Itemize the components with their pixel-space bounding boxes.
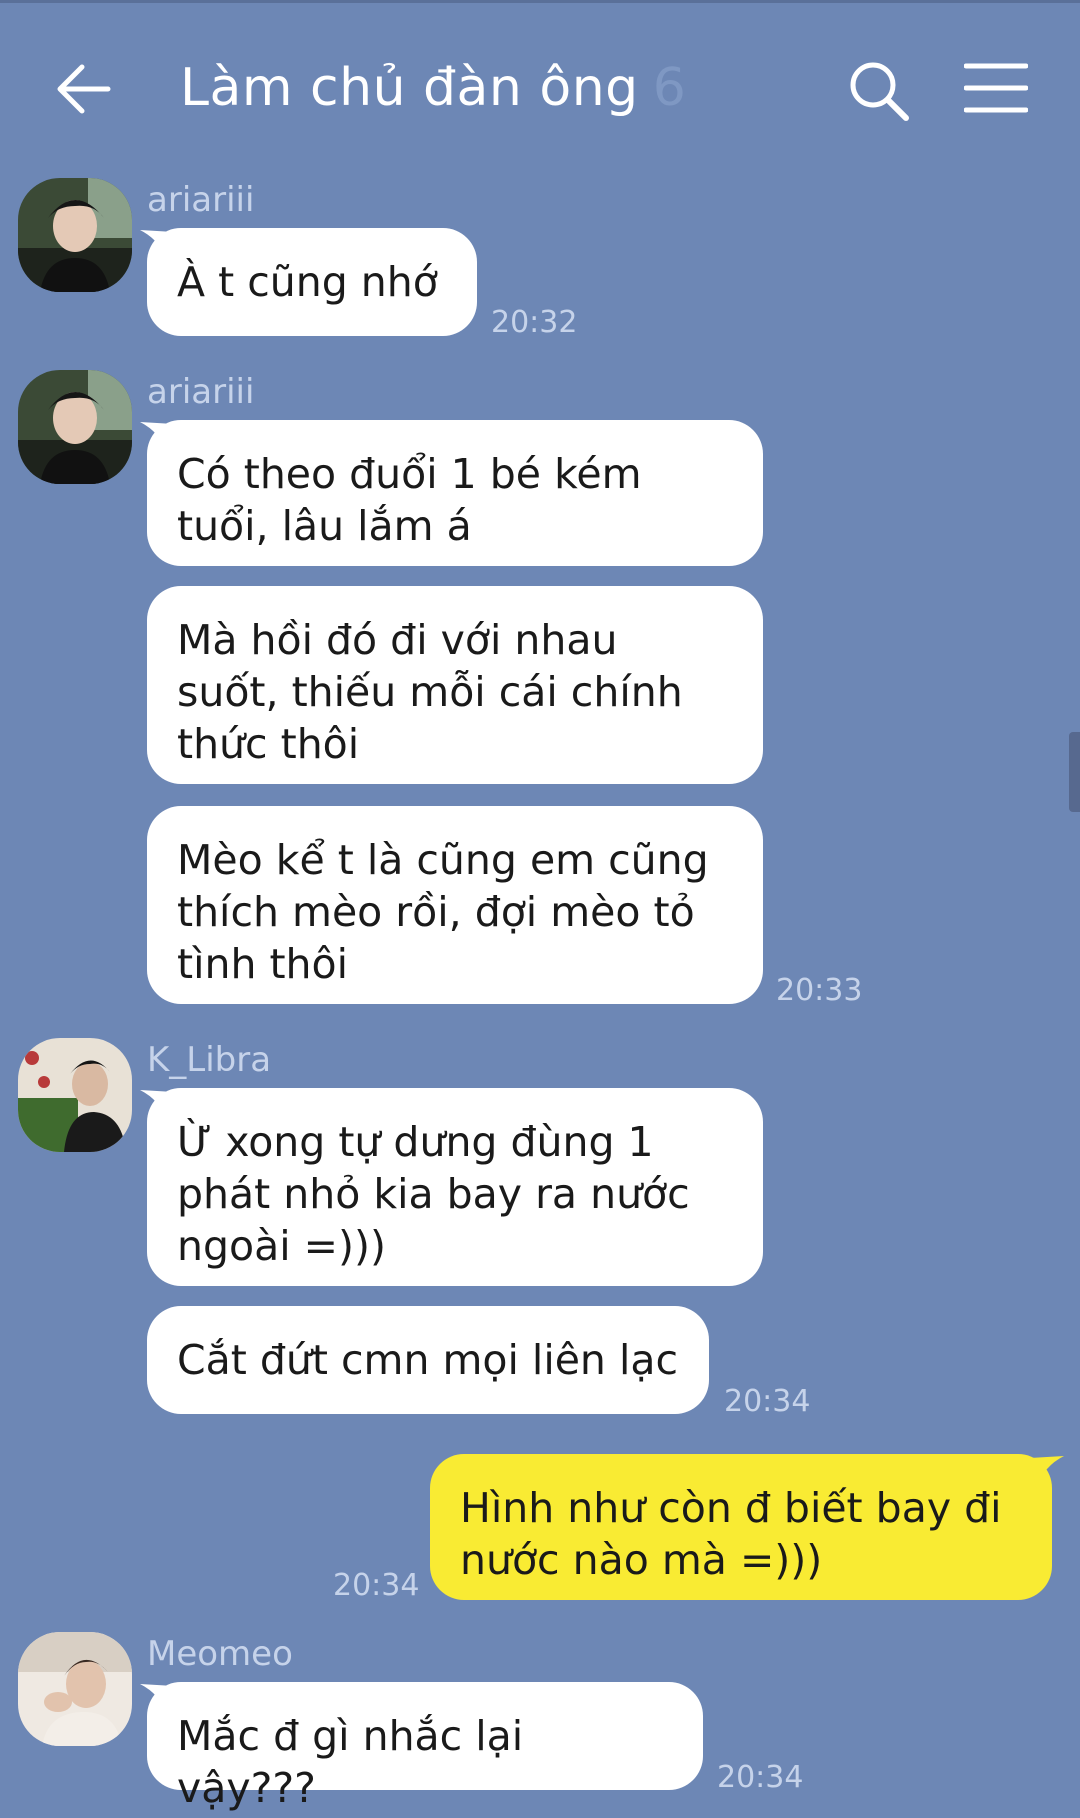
- message-bubble[interactable]: Mắc đ gì nhắc lại vậy???: [147, 1682, 703, 1812]
- message-line: Cắt đứt cmn mọi liên lạc: [177, 1336, 679, 1384]
- avatar-ariariii[interactable]: [18, 370, 132, 484]
- message-line: Mà hồi đó đi với nhau: [177, 616, 618, 664]
- message-line: Mèo kể t là cũng em cũng: [177, 836, 709, 884]
- message-line: À t cũng nhớ: [177, 258, 438, 306]
- avatar-meomeo[interactable]: [18, 1632, 132, 1746]
- message-line: phát nhỏ kia bay ra nước: [177, 1170, 690, 1218]
- message-bubble[interactable]: Mèo kể t là cũng em cũng thích mèo rồi, …: [147, 806, 763, 1004]
- member-count: 6: [652, 58, 687, 118]
- message-line: thích mèo rồi, đợi mèo tỏ: [177, 888, 695, 936]
- message-line: tuổi, lâu lắm á: [177, 502, 472, 550]
- message-time: 20:33: [776, 973, 863, 1008]
- message-bubble[interactable]: Có theo đuổi 1 bé kém tuổi, lâu lắm á: [147, 420, 763, 566]
- message-line: nước nào mà =))): [460, 1536, 823, 1584]
- chat-title: Làm chủ đàn ông 6: [180, 58, 686, 118]
- message-line: Mắc đ gì nhắc lại vậy???: [177, 1712, 524, 1812]
- message-time: 20:34: [333, 1568, 420, 1603]
- sender-name: Meomeo: [147, 1634, 293, 1674]
- bubble-tail: [1030, 1456, 1064, 1488]
- avatar-photo: [18, 178, 132, 292]
- scrollbar[interactable]: [1069, 732, 1080, 812]
- search-icon[interactable]: [846, 58, 912, 124]
- avatar-photo: [18, 370, 132, 484]
- message-bubble[interactable]: Mà hồi đó đi với nhau suốt, thiếu mỗi cá…: [147, 586, 763, 784]
- message-bubble[interactable]: À t cũng nhớ: [147, 228, 477, 336]
- sender-name: K_Libra: [147, 1040, 272, 1080]
- avatar-ariariii[interactable]: [18, 178, 132, 292]
- sender-name: ariariii: [147, 372, 255, 412]
- message-line: Hình như còn đ biết bay đi: [460, 1484, 1002, 1532]
- message-time: 20:34: [724, 1384, 811, 1419]
- message-line: suốt, thiếu mỗi cái chính: [177, 668, 683, 716]
- message-line: tình thôi: [177, 940, 349, 988]
- menu-icon[interactable]: [964, 60, 1028, 116]
- message-time: 20:32: [491, 305, 578, 340]
- message-line: thức thôi: [177, 720, 360, 768]
- sender-name: ariariii: [147, 180, 255, 220]
- avatar-k-libra[interactable]: [18, 1038, 132, 1152]
- message-bubble[interactable]: Cắt đứt cmn mọi liên lạc: [147, 1306, 709, 1414]
- avatar-photo: [18, 1632, 132, 1746]
- my-message-bubble[interactable]: Hình như còn đ biết bay đi nước nào mà =…: [430, 1454, 1052, 1600]
- message-bubble[interactable]: Ừ xong tự dưng đùng 1 phát nhỏ kia bay r…: [147, 1088, 763, 1286]
- group-name: Làm chủ đàn ông: [180, 58, 639, 118]
- chat-header: Làm chủ đàn ông 6: [0, 0, 1080, 170]
- message-line: ngoài =))): [177, 1222, 386, 1270]
- back-arrow-icon[interactable]: [52, 58, 114, 120]
- avatar-photo: [18, 1038, 132, 1152]
- message-time: 20:34: [717, 1760, 804, 1795]
- message-line: Có theo đuổi 1 bé kém: [177, 450, 642, 498]
- message-line: Ừ xong tự dưng đùng 1: [177, 1118, 654, 1166]
